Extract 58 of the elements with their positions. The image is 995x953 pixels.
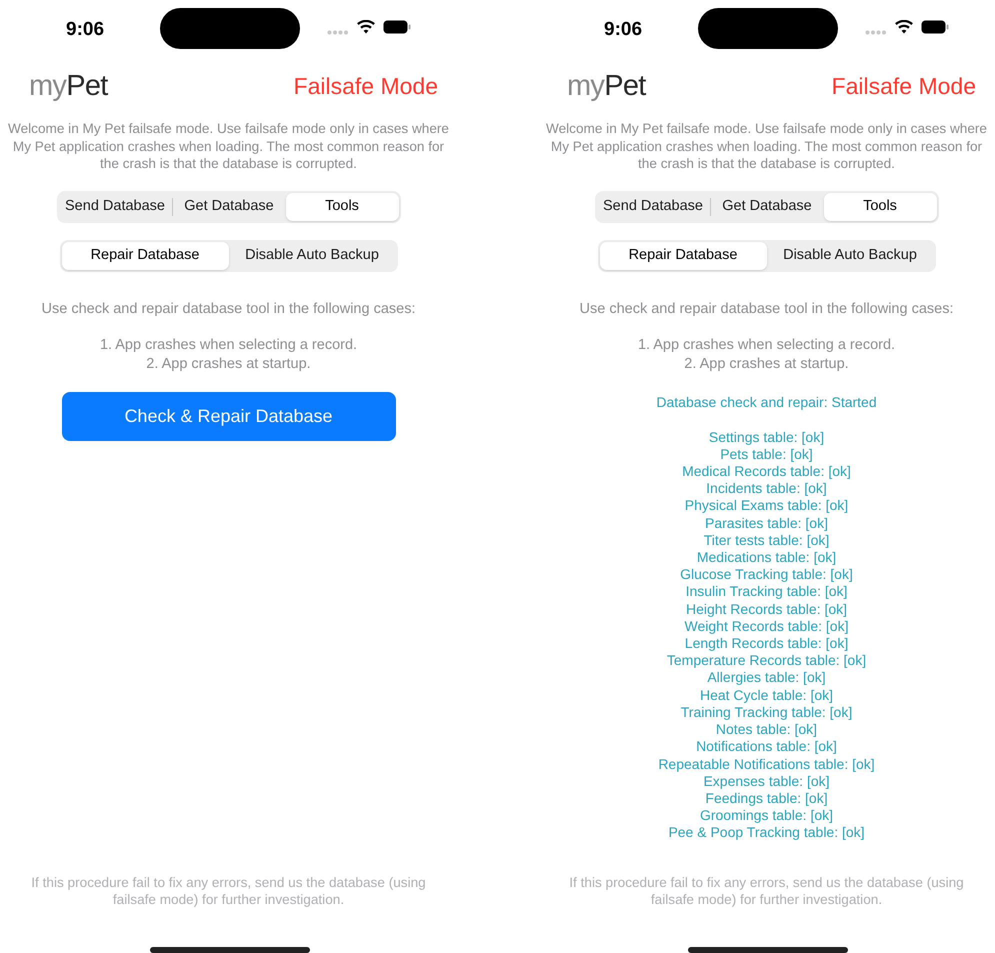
log-entry: Titer tests table: [ok] (704, 532, 830, 550)
app-logo: myPet (29, 72, 108, 100)
segment-tab[interactable]: Send Database (58, 192, 172, 220)
segment-tab[interactable]: Disable Auto Backup (228, 242, 396, 270)
log-entry: Settings table: [ok] (708, 428, 824, 446)
log-entry: Groomings table: [ok] (700, 807, 834, 824)
intro-text: Welcome in My Pet failsafe mode. Use failsafe mode only in cases where My Pet application crashes when loading. The most common reason for the crash is that the database is corrupted. (7, 120, 450, 172)
status-time: 9:06 (66, 18, 104, 42)
log-entry: Glucose Tracking table: [ok] (680, 566, 853, 584)
wifi-icon (357, 20, 375, 34)
log-entry: Parasites table: [ok] (705, 514, 828, 532)
log-entry: Pee & Poop Tracking table: [ok] (668, 824, 865, 842)
log-entry: Notifications table: [ok] (696, 738, 837, 756)
log-entry: Pets table: [ok] (720, 446, 813, 464)
log-entry: Feedings table: [ok] (705, 790, 828, 808)
signal-dots-icon (865, 30, 886, 35)
log-entry: Incidents table: [ok] (706, 480, 827, 498)
log-entry: Heat Cycle table: [ok] (700, 686, 834, 704)
log-entry: Insulin Tracking table: [ok] (686, 583, 848, 601)
page-title: Failsafe Mode (832, 72, 976, 101)
log-entry: Temperature Records table: [ok] (666, 652, 866, 670)
intro-text: Welcome in My Pet failsafe mode. Use failsafe mode only in cases where My Pet application crashes when loading. The most common reason for the crash is that the database is corrupted. (545, 120, 988, 172)
log-entry: Length Records table: [ok] (684, 635, 848, 652)
case-item: 2. App crashes at startup. (146, 355, 311, 374)
segment-tab[interactable]: Tools (824, 192, 936, 220)
segment-tab[interactable]: Get Database (172, 192, 286, 220)
case-item: 2. App crashes at startup. (684, 355, 849, 374)
wifi-icon (895, 20, 913, 34)
segment-tab[interactable]: Repair Database (600, 242, 766, 270)
log-entry: Training Tracking table: [ok] (680, 704, 852, 722)
segment-tab[interactable]: Tools (286, 192, 398, 220)
log-entry: Physical Exams table: [ok] (684, 497, 848, 515)
signal-dots-icon (327, 30, 348, 35)
app-logo: myPet (567, 72, 646, 100)
footer-text: If this procedure fail to fix any errors, send us the database (using failsafe mode) for further investigation. (30, 874, 427, 908)
log-entry: Medications table: [ok] (696, 549, 836, 566)
log-entry: Height Records table: [ok] (686, 600, 848, 618)
segment-tab[interactable]: Send Database (596, 192, 710, 220)
log-entry: Allergies table: [ok] (707, 669, 826, 687)
footer-text: If this procedure fail to fix any errors, send us the database (using failsafe mode) for further investigation. (568, 874, 965, 908)
battery-icon (921, 20, 949, 34)
check-repair-button[interactable]: Check & Repair Database (62, 392, 396, 442)
log-entry: Medical Records table: [ok] (682, 463, 851, 480)
log-entry: Notes table: [ok] (716, 721, 818, 738)
log-entry: Expenses table: [ok] (703, 772, 830, 790)
page-title: Failsafe Mode (294, 72, 438, 101)
battery-icon (383, 20, 411, 34)
case-item: 1. App crashes when selecting a record. (638, 336, 896, 356)
segment-tab[interactable]: Repair Database (62, 242, 228, 270)
log-entry: Repeatable Notifications table: [ok] (658, 756, 875, 773)
case-item: 1. App crashes when selecting a record. (100, 336, 358, 356)
segment-tab[interactable]: Disable Auto Backup (766, 242, 934, 270)
log-header: Database check and repair: Started (656, 394, 877, 412)
log-entry: Weight Records table: [ok] (684, 618, 848, 636)
instructions-text: Use check and repair database tool in the following cases: (42, 300, 416, 318)
segment-tab[interactable]: Get Database (710, 192, 824, 220)
instructions-text: Use check and repair database tool in the following cases: (580, 300, 954, 318)
status-time: 9:06 (604, 18, 642, 42)
